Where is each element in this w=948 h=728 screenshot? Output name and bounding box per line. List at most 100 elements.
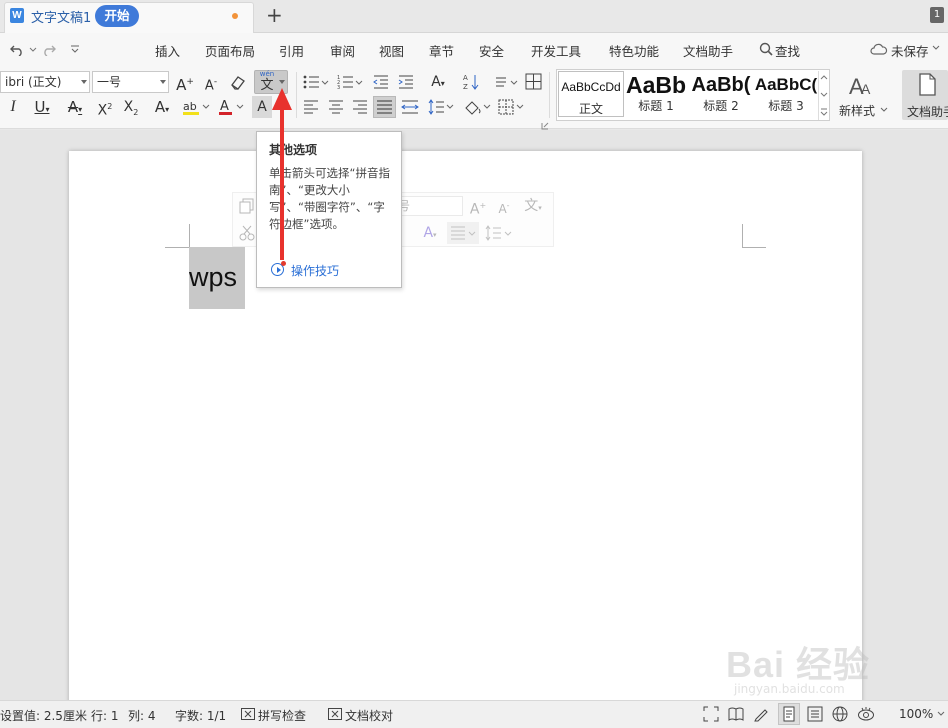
superscript-button[interactable]: X2 bbox=[95, 98, 115, 120]
zoom-level[interactable]: 100% bbox=[899, 707, 933, 721]
edit-mode-icon[interactable] bbox=[753, 706, 769, 722]
style-gallery-scroll[interactable] bbox=[818, 71, 829, 120]
document-title: 文字文稿1 bbox=[31, 11, 92, 26]
page-view-icon bbox=[783, 706, 795, 722]
align-center-icon[interactable] bbox=[328, 99, 344, 115]
strikethrough-button[interactable]: A▾ bbox=[62, 98, 88, 119]
font-color-icon[interactable]: A bbox=[218, 98, 246, 116]
new-style-dropdown-icon[interactable] bbox=[880, 107, 888, 113]
style-heading-1[interactable]: AaBb 标题 1 bbox=[623, 71, 689, 117]
page-view-button[interactable] bbox=[778, 703, 800, 725]
doc-helper-label: 文档助手 bbox=[907, 105, 948, 119]
paragraph-dialog-launcher-icon[interactable] bbox=[541, 122, 549, 130]
svg-text:Z: Z bbox=[463, 83, 468, 91]
new-style-icon[interactable]: AA bbox=[847, 72, 877, 98]
cloud-icon bbox=[870, 42, 888, 56]
clear-format-icon[interactable] bbox=[229, 74, 247, 90]
menu-review[interactable]: 审阅 bbox=[330, 41, 355, 60]
menu-start[interactable]: 开始 bbox=[95, 5, 139, 27]
font-name-dropdown-icon[interactable] bbox=[81, 80, 87, 84]
new-style-label[interactable]: 新样式 bbox=[839, 102, 875, 119]
web-view-icon[interactable] bbox=[832, 706, 848, 722]
font-size-combo[interactable]: 一号 bbox=[92, 71, 169, 93]
unsaved-status[interactable]: 未保存 bbox=[891, 41, 929, 60]
unsaved-dot-icon bbox=[232, 13, 238, 19]
char-shading-button[interactable]: A bbox=[252, 96, 272, 118]
font-name-value: ibri (正文) bbox=[5, 75, 62, 89]
mini-phonetic-icon[interactable]: 文▾ bbox=[521, 197, 545, 217]
watermark-brand: Bai 经验 bbox=[726, 644, 871, 685]
mini-line-spacing-icon[interactable] bbox=[485, 224, 513, 242]
status-word-count[interactable]: 字数: 1/1 bbox=[175, 707, 226, 724]
status-row: 行: 1 bbox=[91, 709, 119, 723]
menu-section[interactable]: 章节 bbox=[429, 41, 454, 60]
fullscreen-icon[interactable] bbox=[703, 706, 719, 722]
distribute-icon[interactable] bbox=[401, 99, 419, 115]
chevron-down-icon[interactable] bbox=[932, 45, 940, 51]
mini-shrink-font-icon[interactable]: A- bbox=[495, 197, 513, 218]
justify-button[interactable] bbox=[373, 96, 396, 118]
cut-icon[interactable] bbox=[239, 225, 255, 241]
font-size-dropdown-icon[interactable] bbox=[160, 80, 166, 84]
menu-search[interactable]: 查找 bbox=[775, 41, 800, 60]
bullet-list-icon[interactable] bbox=[303, 74, 329, 90]
copy-icon[interactable] bbox=[239, 198, 255, 214]
numbered-list-icon[interactable]: 123 bbox=[337, 74, 363, 90]
mini-font-color-icon[interactable]: A▾ bbox=[417, 224, 443, 244]
spell-check-button[interactable]: 拼写检查 bbox=[258, 707, 306, 724]
red-arrow-annotation bbox=[270, 82, 294, 262]
font-name-combo[interactable]: ibri (正文) bbox=[0, 71, 90, 93]
status-setting-value[interactable]: 设置值: 2.5厘米 bbox=[0, 707, 87, 724]
table-icon[interactable] bbox=[525, 73, 543, 91]
borders-icon[interactable] bbox=[498, 98, 526, 116]
mini-grow-font-icon[interactable]: A+ bbox=[469, 197, 487, 219]
window-count-badge[interactable]: 1 bbox=[930, 7, 944, 23]
highlight-icon[interactable]: ab bbox=[182, 98, 212, 116]
grow-font-icon[interactable]: A+ bbox=[176, 73, 194, 94]
new-tab-button[interactable]: + bbox=[266, 4, 283, 26]
undo-icon[interactable] bbox=[10, 42, 38, 56]
style-heading-2[interactable]: AaBb( 标题 2 bbox=[688, 71, 754, 117]
search-icon[interactable] bbox=[759, 42, 773, 56]
increase-indent-icon[interactable] bbox=[398, 74, 414, 90]
document-text[interactable]: wps bbox=[189, 262, 237, 293]
menu-special-features[interactable]: 特色功能 bbox=[609, 41, 659, 60]
menu-insert[interactable]: 插入 bbox=[155, 41, 180, 60]
reading-mode-icon[interactable] bbox=[728, 706, 744, 722]
mini-font-size-combo[interactable]: 号 bbox=[393, 196, 463, 216]
underline-button[interactable]: U▾ bbox=[29, 98, 55, 119]
spell-check-icon[interactable] bbox=[241, 708, 255, 720]
style-heading-3[interactable]: AaBbC( 标题 3 bbox=[753, 71, 819, 117]
tooltip-tips-link[interactable]: 操作技巧 bbox=[291, 262, 339, 279]
outline-view-icon[interactable] bbox=[807, 706, 823, 722]
menu-references[interactable]: 引用 bbox=[279, 41, 304, 60]
redo-icon[interactable] bbox=[42, 42, 70, 56]
doc-proofread-button[interactable]: 文档校对 bbox=[345, 707, 393, 724]
style-normal-sample: AaBbCcDd bbox=[561, 80, 621, 94]
style-normal[interactable]: AaBbCcDd 正文 bbox=[558, 71, 624, 117]
show-hide-marks-icon[interactable] bbox=[494, 74, 518, 90]
italic-button[interactable]: I bbox=[6, 98, 20, 116]
doc-helper-button[interactable]: 文档助手 bbox=[902, 70, 948, 120]
decrease-indent-icon[interactable] bbox=[373, 74, 389, 90]
menu-security[interactable]: 安全 bbox=[479, 41, 504, 60]
align-left-icon[interactable] bbox=[303, 99, 319, 115]
text-effect-icon[interactable]: A▾ bbox=[425, 73, 451, 93]
mini-justify-button[interactable] bbox=[447, 222, 479, 244]
menu-view[interactable]: 视图 bbox=[379, 41, 404, 60]
menu-document-assistant[interactable]: 文档助手 bbox=[683, 41, 733, 60]
eye-protection-icon[interactable] bbox=[857, 706, 874, 722]
subscript-button[interactable]: X2 bbox=[121, 98, 141, 122]
sort-icon[interactable]: AZ bbox=[463, 73, 481, 91]
font-style-effect-button[interactable]: A▾ bbox=[149, 98, 175, 119]
menu-page-layout[interactable]: 页面布局 bbox=[205, 41, 255, 60]
quick-access-dropdown-icon[interactable] bbox=[70, 44, 80, 54]
line-spacing-icon[interactable] bbox=[428, 98, 454, 116]
baidu-jingyan-watermark: Bai 经验 jingyan.baidu.com bbox=[726, 620, 938, 700]
align-right-icon[interactable] bbox=[352, 99, 368, 115]
menu-developer-tools[interactable]: 开发工具 bbox=[531, 41, 581, 60]
shading-fill-icon[interactable] bbox=[463, 98, 493, 116]
shrink-font-icon[interactable]: A- bbox=[202, 73, 220, 95]
doc-proofread-icon[interactable] bbox=[328, 708, 342, 720]
zoom-dropdown-icon[interactable] bbox=[937, 711, 945, 717]
